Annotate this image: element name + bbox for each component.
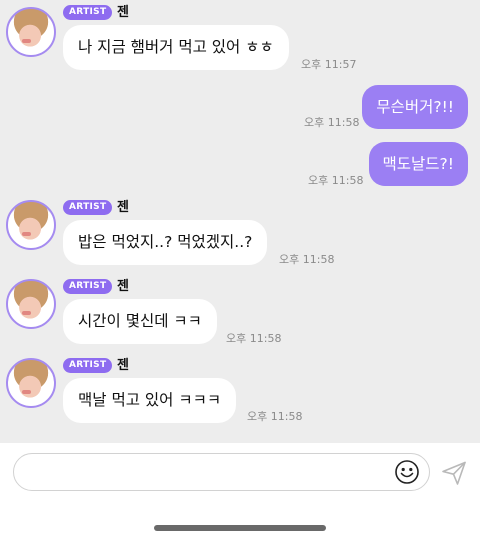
message-input-wrapper[interactable] xyxy=(13,453,430,492)
message-time: 오후 11:58 xyxy=(226,332,282,345)
paper-plane-icon[interactable] xyxy=(440,459,468,487)
message-bubble[interactable]: 시간이 몇신데 ㅋㅋ xyxy=(63,299,217,344)
message-bubble[interactable]: 맥날 먹고 있어 ㅋㅋㅋ xyxy=(63,378,237,423)
message-time: 오후 11:57 xyxy=(301,58,357,71)
message-bubble[interactable]: 나 지금 햄버거 먹고 있어 ㅎㅎ xyxy=(63,25,289,70)
avatar[interactable] xyxy=(6,358,56,408)
artist-badge: ARTIST xyxy=(63,279,113,294)
avatar[interactable] xyxy=(6,7,56,57)
message-bubble[interactable]: 맥도날드?! xyxy=(368,142,468,186)
chat-thread[interactable]: ARTIST 젠 나 지금 햄버거 먹고 있어 ㅎㅎ 오후 11:57 오후 1… xyxy=(0,0,480,443)
message-bubble[interactable]: 무슨버거?!! xyxy=(362,85,468,129)
message-bubble[interactable]: 밥은 먹었지..? 먹었겠지..? xyxy=(63,220,268,265)
avatar[interactable] xyxy=(6,279,56,329)
artist-badge: ARTIST xyxy=(63,358,113,373)
sender-name: 젠 xyxy=(117,5,129,20)
message-time: 오후 11:58 xyxy=(304,116,360,129)
sender-name: 젠 xyxy=(117,358,129,373)
message-time: 오후 11:58 xyxy=(308,174,364,187)
message-input[interactable] xyxy=(28,454,392,492)
message-time: 오후 11:58 xyxy=(279,253,335,266)
sender-name: 젠 xyxy=(117,200,129,215)
artist-badge: ARTIST xyxy=(63,5,113,20)
avatar[interactable] xyxy=(6,200,56,250)
message-time: 오후 11:58 xyxy=(247,410,303,423)
home-indicator xyxy=(154,525,326,531)
sender-name: 젠 xyxy=(117,279,129,294)
artist-badge: ARTIST xyxy=(63,200,113,215)
smiley-icon[interactable] xyxy=(394,459,420,485)
